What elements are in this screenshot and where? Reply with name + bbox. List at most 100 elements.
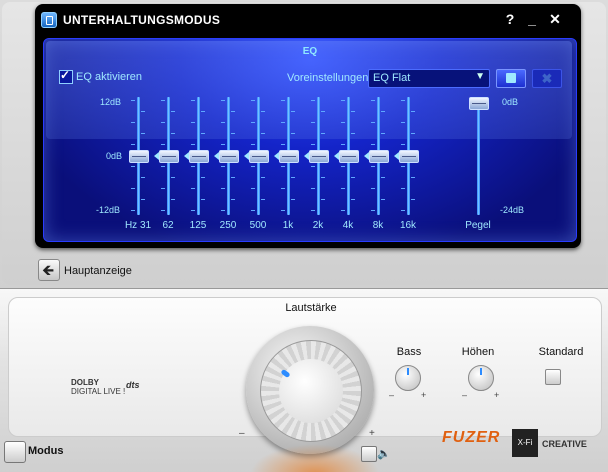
eq-tick xyxy=(161,188,165,189)
close-button[interactable]: ✕ xyxy=(547,10,563,28)
help-button[interactable]: ? xyxy=(502,10,518,28)
eq-tick xyxy=(411,177,415,178)
eq-band-slider[interactable] xyxy=(308,97,329,217)
save-preset-button[interactable] xyxy=(496,69,526,88)
eq-band-thumb[interactable] xyxy=(309,150,329,163)
eq-tick xyxy=(381,133,385,134)
bass-knob[interactable] xyxy=(395,365,421,391)
bottom-panel: Lautstärke – + Bass – + Höhen – + Standa… xyxy=(0,288,608,472)
eq-tick xyxy=(171,199,175,200)
treble-knob[interactable] xyxy=(468,365,494,391)
pegel-thumb[interactable] xyxy=(469,97,489,110)
eq-tick xyxy=(141,133,145,134)
eq-tick xyxy=(161,100,165,101)
speaker-icon: 🔈 xyxy=(377,448,391,460)
eq-band-slider[interactable] xyxy=(278,97,299,217)
preset-dropdown[interactable]: EQ Flat ▼ xyxy=(368,69,490,88)
eq-tick xyxy=(311,122,315,123)
volume-plus-mark: + xyxy=(369,428,375,439)
eq-tick xyxy=(261,133,265,134)
delete-preset-button[interactable]: ✖ xyxy=(532,69,562,88)
app-icon xyxy=(41,12,57,28)
eq-band-slider[interactable] xyxy=(368,97,389,217)
eq-band-thumb[interactable] xyxy=(189,150,209,163)
eq-center-marker xyxy=(154,152,159,160)
eq-enable-checkbox[interactable] xyxy=(59,68,73,84)
eq-band-label: 125 xyxy=(189,220,207,231)
eq-band-slider[interactable] xyxy=(188,97,209,217)
eq-band-slider[interactable] xyxy=(248,97,269,217)
eq-tick xyxy=(411,111,415,112)
eq-band-slider[interactable] xyxy=(338,97,359,217)
eq-band-thumb[interactable] xyxy=(129,150,149,163)
eq-title: EQ xyxy=(302,46,318,57)
eq-tick xyxy=(341,166,345,167)
eq-enable-label: EQ aktivieren xyxy=(76,71,143,83)
eq-tick xyxy=(281,144,285,145)
main-view-button[interactable]: 🡸 xyxy=(38,259,60,281)
eq-tick xyxy=(131,100,135,101)
eq-tick xyxy=(291,177,295,178)
eq-tick xyxy=(251,166,255,167)
eq-band-thumb[interactable] xyxy=(339,150,359,163)
eq-band-thumb[interactable] xyxy=(399,150,419,163)
eq-enable-toggle[interactable]: EQ aktivieren xyxy=(59,68,143,84)
minimize-button[interactable]: _ xyxy=(524,10,540,28)
eq-tick xyxy=(131,166,135,167)
eq-band-label: 250 xyxy=(219,220,237,231)
eq-tick xyxy=(381,199,385,200)
eq-tick xyxy=(281,100,285,101)
pegel-label: Pegel xyxy=(465,220,491,231)
standard-button[interactable] xyxy=(545,369,561,385)
eq-tick xyxy=(311,100,315,101)
eq-tick xyxy=(141,199,145,200)
eq-band-thumb[interactable] xyxy=(249,150,269,163)
eq-band-label: 1k xyxy=(282,220,294,231)
eq-band-label: 4k xyxy=(342,220,354,231)
eq-tick xyxy=(251,144,255,145)
eq-tick xyxy=(251,188,255,189)
eq-band-slider[interactable] xyxy=(398,97,419,217)
volume-indicator xyxy=(280,368,291,379)
bass-minus-mark: – xyxy=(389,390,395,400)
eq-band-slider[interactable] xyxy=(128,97,149,217)
eq-screen: UNTERHALTUNGSMODUS ? _ ✕ EQ EQ aktiviere… xyxy=(35,4,581,248)
eq-panel: EQ EQ aktivieren Voreinstellungen EQ Fla… xyxy=(43,38,577,242)
eq-tick xyxy=(201,111,205,112)
eq-tick xyxy=(351,111,355,112)
modus-button[interactable] xyxy=(4,441,26,463)
eq-tick xyxy=(201,199,205,200)
pegel-slider[interactable] xyxy=(468,97,489,217)
creative-logo: CREATIVE xyxy=(542,439,587,449)
dolby-line1: DOLBY xyxy=(71,378,99,387)
eq-tick xyxy=(351,199,355,200)
eq-center-marker xyxy=(214,152,219,160)
eq-band-thumb[interactable] xyxy=(279,150,299,163)
control-panel: Lautstärke – + Bass – + Höhen – + Standa… xyxy=(8,297,602,454)
eq-tick xyxy=(141,177,145,178)
pegel-track xyxy=(477,97,480,215)
volume-knob[interactable] xyxy=(246,326,374,454)
eq-band-thumb[interactable] xyxy=(219,150,239,163)
eq-center-marker xyxy=(184,152,189,160)
eq-tick xyxy=(161,144,165,145)
eq-tick xyxy=(131,144,135,145)
eq-tick xyxy=(291,199,295,200)
eq-band-slider[interactable] xyxy=(158,97,179,217)
mute-button[interactable] xyxy=(361,446,377,462)
eq-tick xyxy=(161,210,165,211)
eq-tick xyxy=(281,166,285,167)
eq-tick xyxy=(401,188,405,189)
eq-band-thumb[interactable] xyxy=(369,150,389,163)
eq-tick xyxy=(221,100,225,101)
eq-tick xyxy=(291,133,295,134)
bass-plus-mark: + xyxy=(421,390,427,400)
eq-band-thumb[interactable] xyxy=(159,150,179,163)
eq-tick xyxy=(341,144,345,145)
eq-band-slider[interactable] xyxy=(218,97,239,217)
eq-center-marker xyxy=(334,152,339,160)
eq-tick xyxy=(251,210,255,211)
volume-knob-dial[interactable] xyxy=(260,340,362,442)
eq-tick xyxy=(371,210,375,211)
eq-tick xyxy=(371,100,375,101)
